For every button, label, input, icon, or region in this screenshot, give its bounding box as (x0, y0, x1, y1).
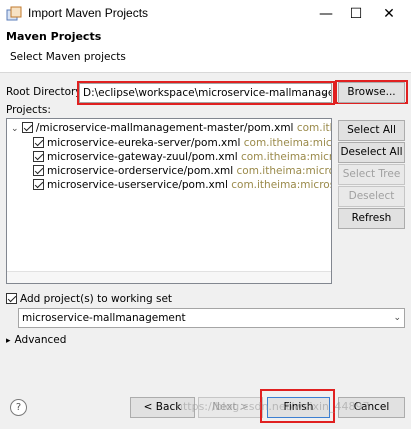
close-button[interactable]: ✕ (376, 2, 402, 26)
help-icon[interactable]: ? (10, 399, 27, 416)
project-path: microservice-userservice/pom.xml (47, 179, 228, 191)
header-title: Maven Projects (6, 30, 102, 43)
tree-row[interactable]: microservice-eureka-server/pom.xml com.i… (33, 136, 332, 150)
project-path: microservice-gateway-zuul/pom.xml (47, 151, 238, 163)
horizontal-scrollbar[interactable] (7, 271, 331, 283)
project-artifact: com.itheima:microservice (236, 165, 331, 177)
window-title: Import Maven Projects (28, 6, 149, 20)
header-subtitle: Select Maven projects (10, 51, 126, 63)
advanced-label: Advanced (14, 334, 67, 346)
working-set-checkbox[interactable] (6, 293, 17, 304)
project-artifact: com.itheima:microservice-u (231, 179, 331, 191)
project-checkbox[interactable] (33, 165, 44, 176)
project-artifact: com.itheima:microservice (240, 151, 331, 163)
select-tree-button[interactable]: Select Tree (338, 164, 405, 185)
deselect-tree-button[interactable]: Deselect Tree (338, 186, 405, 221)
advanced-toggle[interactable]: ▸ Advanced (6, 333, 66, 348)
watermark-text: https://blog.csdn.net/weixin_44897 (176, 400, 370, 413)
tree-row[interactable]: microservice-orderservice/pom.xml com.it… (33, 164, 331, 178)
project-artifact: com.itheima:mi (296, 122, 331, 134)
working-set-value: microservice-mallmanagement (22, 312, 186, 324)
project-artifact: com.itheima:microservic (243, 137, 332, 149)
refresh-button[interactable]: Refresh (338, 208, 405, 229)
tree-row-root[interactable]: ⌄ /microservice-mallmanagement-master/po… (11, 121, 331, 135)
maven-import-icon (6, 6, 22, 21)
project-checkbox[interactable] (33, 151, 44, 162)
project-path: /microservice-mallmanagement-master/pom.… (35, 122, 294, 134)
maximize-button[interactable]: ☐ (343, 2, 369, 26)
project-checkbox[interactable] (33, 137, 44, 148)
projects-label: Projects: (6, 104, 51, 116)
projects-tree[interactable]: ⌄ /microservice-mallmanagement-master/po… (6, 118, 332, 284)
root-directory-label: Root Directory: (6, 86, 85, 98)
chevron-down-icon: ⌄ (393, 313, 401, 323)
root-directory-combo[interactable]: D:\eclipse\workspace\microservice-mallma… (79, 83, 332, 103)
project-checkbox[interactable] (33, 179, 44, 190)
select-all-button[interactable]: Select All (338, 120, 405, 141)
project-path: microservice-orderservice/pom.xml (47, 165, 234, 177)
expand-chevron-icon[interactable]: ⌄ (11, 124, 19, 134)
chevron-right-icon: ▸ (6, 336, 11, 346)
browse-button[interactable]: Browse... (338, 82, 405, 103)
chevron-down-icon: ⌄ (320, 88, 328, 98)
tree-row[interactable]: microservice-userservice/pom.xml com.ith… (33, 178, 331, 192)
project-checkbox[interactable] (21, 122, 33, 133)
project-path: microservice-eureka-server/pom.xml (47, 137, 241, 149)
working-set-label: Add project(s) to working set (20, 293, 173, 305)
working-set-option[interactable]: Add project(s) to working set (6, 292, 172, 306)
root-directory-value: D:\eclipse\workspace\microservice-mallma… (83, 87, 332, 99)
minimize-button[interactable]: — (313, 2, 339, 26)
working-set-combo[interactable]: microservice-mallmanagement ⌄ (18, 308, 405, 328)
deselect-all-button[interactable]: Deselect All (338, 142, 405, 163)
tree-row[interactable]: microservice-gateway-zuul/pom.xml com.it… (33, 150, 331, 164)
